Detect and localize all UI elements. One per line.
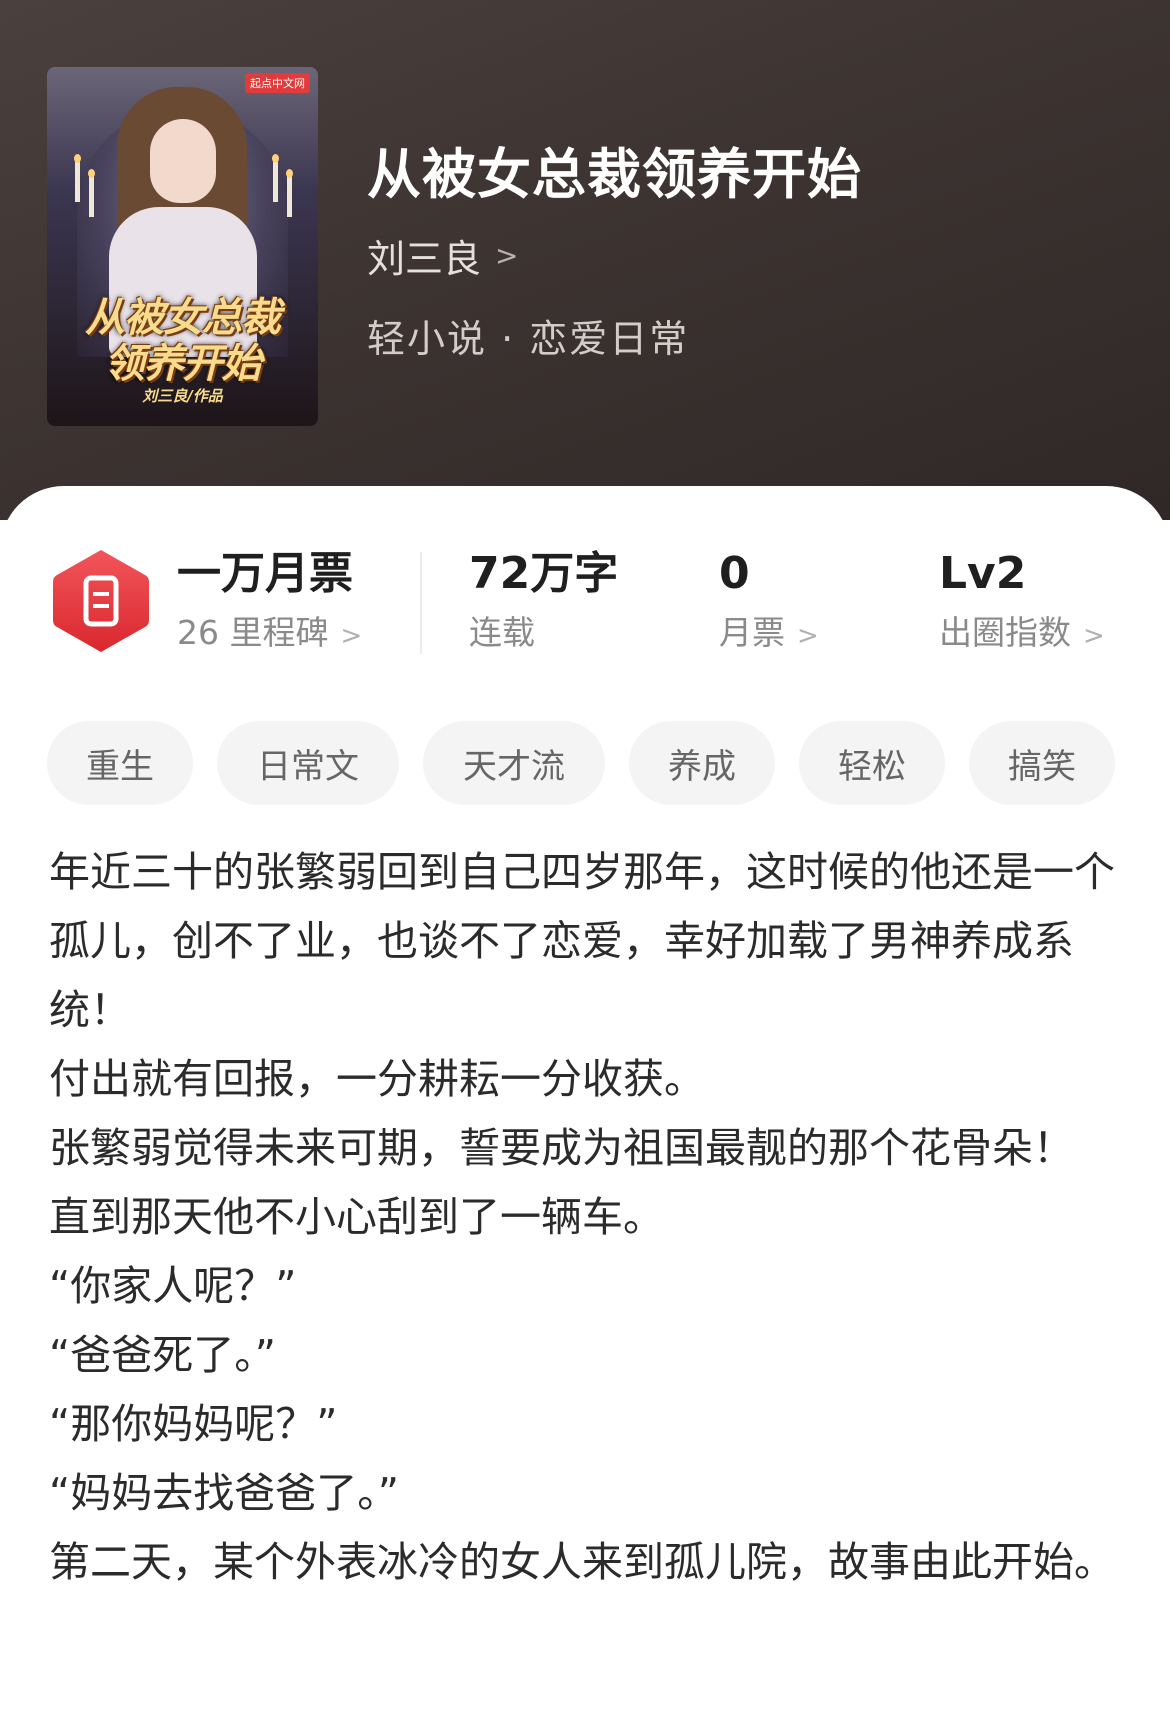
cover-candle [272,154,279,202]
stat-monthly-value: 0 [719,548,750,599]
stats-row: 一万月票 26 里程碑 > 72万字 连载 0 月票 > Lv2 出圈指数 > [0,486,1170,656]
chevron-right-icon: > [797,621,819,651]
synopsis-paragraph: 付出就有回报，一分耕耘一分收获。 [49,1055,705,1103]
synopsis-paragraph: “爸爸死了。” [49,1331,276,1379]
tag-chip[interactable]: 搞笑 [969,721,1115,805]
stat-words-label: 连载 [469,613,535,652]
chevron-right-icon: > [340,621,363,651]
book-genre: 轻小说 · 恋爱日常 [367,317,690,361]
synopsis-paragraph: “你家人呢？” [49,1262,297,1310]
synopsis-paragraph: 第二天，某个外表冰冷的女人来到孤儿院，故事由此开始。 [49,1538,1115,1586]
tag-chip[interactable]: 重生 [47,721,193,805]
chevron-right-icon: > [1083,621,1105,651]
cover-candle [88,169,95,217]
book-synopsis[interactable]: 年近三十的张繁弱回到自己四岁那年，这时候的他还是一个孤儿，创不了业，也谈不了恋爱… [49,838,1129,1597]
tag-chip[interactable]: 日常文 [217,721,399,805]
book-header: 起点中文网 从被女总裁 领养开始 刘三良/作品 从被女总裁领养开始 刘三良 > … [0,0,1170,520]
cover-candle [286,169,293,217]
author-link[interactable]: 刘三良 > [367,228,518,283]
book-title: 从被女总裁领养开始 [367,143,862,206]
synopsis-paragraph: “妈妈去找爸爸了。” [49,1469,399,1517]
cover-candle [74,154,81,202]
book-detail-card: 一万月票 26 里程碑 > 72万字 连载 0 月票 > Lv2 出圈指数 > 重生 … [0,486,1170,1736]
tag-list: 重生 日常文 天才流 养成 轻松 搞笑 [47,721,1115,805]
book-cover[interactable]: 起点中文网 从被女总裁 领养开始 刘三良/作品 [47,67,318,426]
cover-title-art: 从被女总裁 领养开始 [85,295,281,387]
stat-word-count: 72万字 连载 [469,546,618,658]
stat-index-value: Lv2 [939,548,1027,599]
stat-monthly-label: 月票 > [719,613,819,652]
tag-chip[interactable]: 天才流 [423,721,605,805]
cover-figure-face [150,119,216,203]
author-name: 刘三良 [367,237,482,281]
stat-ticket-value: 一万月票 [177,548,353,599]
synopsis-paragraph: “那你妈妈呢？” [49,1400,338,1448]
publisher-badge: 起点中文网 [245,73,310,93]
stat-monthly-ticket[interactable]: 0 月票 > [719,546,819,661]
synopsis-paragraph: 直到那天他不小心刮到了一辆车。 [49,1193,664,1241]
cover-author-mark: 刘三良/作品 [142,387,223,405]
stat-index-label: 出圈指数 > [939,613,1105,652]
chevron-right-icon: > [495,239,519,272]
monthly-ticket-icon [52,548,150,654]
stat-words-value: 72万字 [469,548,619,599]
tag-chip[interactable]: 轻松 [799,721,945,805]
synopsis-paragraph: 张繁弱觉得未来可期，誓要成为祖国最靓的那个花骨朵！ [49,1124,1074,1172]
stat-popularity-index[interactable]: Lv2 出圈指数 > [939,546,1105,661]
stats-divider [420,552,422,654]
stat-ticket-milestone[interactable]: 一万月票 26 里程碑 > [177,546,362,661]
synopsis-paragraph: 年近三十的张繁弱回到自己四岁那年，这时候的他还是一个孤儿，创不了业，也谈不了恋爱… [49,848,1115,1034]
stat-ticket-label: 26 里程碑 > [177,613,363,652]
tag-chip[interactable]: 养成 [629,721,775,805]
